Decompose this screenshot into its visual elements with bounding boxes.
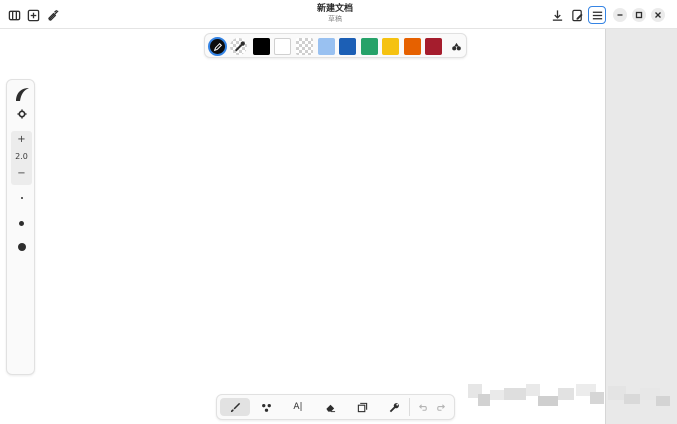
tools-bar: A| <box>216 394 455 420</box>
sidebar-toggle-button[interactable] <box>6 7 22 23</box>
save-as-button[interactable] <box>569 7 585 23</box>
wrench-icon <box>389 402 399 412</box>
save-as-icon <box>571 9 583 21</box>
color-palette <box>204 33 467 58</box>
tool-filters[interactable] <box>379 398 409 416</box>
gear-icon <box>16 109 27 119</box>
eyedropper-icon <box>234 41 245 52</box>
paintbrush-icon <box>230 402 240 412</box>
main-menu-button[interactable] <box>588 6 606 24</box>
minimize-icon <box>617 14 623 16</box>
undo-button[interactable] <box>413 398 431 416</box>
size-stepper: + 2.0 − <box>11 131 32 185</box>
new-document-icon <box>27 9 39 21</box>
pixelated-watermark <box>464 384 674 412</box>
size-value: 2.0 <box>15 152 28 161</box>
toolbar-separator <box>409 398 410 416</box>
close-icon <box>655 12 661 18</box>
tool-selection[interactable] <box>347 398 377 416</box>
brush-stroke-icon <box>15 88 29 101</box>
tool-options-bar: + 2.0 − <box>6 79 35 375</box>
title-area: 新建文档 草稿 <box>260 4 410 24</box>
color-swatch-orange[interactable] <box>404 38 421 55</box>
small-dot-icon <box>20 197 23 199</box>
secondary-color-button[interactable] <box>230 38 247 55</box>
tool-paint[interactable] <box>220 398 250 416</box>
size-preset-medium[interactable] <box>7 217 36 229</box>
hide-tools-icon <box>47 9 59 21</box>
new-document-button[interactable] <box>25 7 41 23</box>
window-subtitle: 草稿 <box>328 15 342 23</box>
undo-icon <box>418 403 427 411</box>
redo-icon <box>436 403 445 411</box>
color-swatch-green[interactable] <box>361 38 378 55</box>
sidebar-toggle-icon <box>8 10 20 20</box>
tool-eraser[interactable] <box>315 398 345 416</box>
text-tool-label: A| <box>293 402 303 412</box>
header-bar: 新建文档 草稿 <box>0 0 677 29</box>
current-tool-color-button[interactable] <box>208 37 227 56</box>
color-swatch-transparent[interactable] <box>296 38 313 55</box>
color-swatch-yellow[interactable] <box>382 38 399 55</box>
redo-button[interactable] <box>432 398 450 416</box>
hide-tools-button[interactable] <box>45 7 61 23</box>
medium-dot-icon <box>19 220 24 226</box>
color-swatch-black[interactable] <box>253 38 270 55</box>
pencil-icon <box>213 42 222 51</box>
minimize-button[interactable] <box>613 8 627 22</box>
copy-select-icon <box>357 402 367 412</box>
close-button[interactable] <box>651 8 665 22</box>
drawing-canvas[interactable] <box>0 29 605 424</box>
palette-icon <box>452 42 461 51</box>
maximize-icon <box>635 11 643 19</box>
shapes-icon <box>261 403 271 412</box>
tool-shapes[interactable] <box>251 398 281 416</box>
window-title: 新建文档 <box>316 4 353 14</box>
color-picker-button[interactable] <box>448 38 465 55</box>
menu-icon <box>592 11 602 19</box>
large-dot-icon <box>17 243 26 251</box>
tool-text[interactable]: A| <box>283 398 313 416</box>
download-button[interactable] <box>549 7 565 23</box>
brush-shape-button[interactable] <box>7 85 36 103</box>
maximize-button[interactable] <box>632 8 646 22</box>
download-icon <box>552 9 562 21</box>
size-preset-large[interactable] <box>7 240 36 254</box>
size-increase-button[interactable]: + <box>11 134 32 145</box>
size-decrease-button[interactable]: − <box>11 168 32 179</box>
eraser-icon <box>325 404 335 412</box>
color-swatch-light-blue[interactable] <box>318 38 335 55</box>
color-swatch-blue[interactable] <box>339 38 356 55</box>
color-swatch-red[interactable] <box>425 38 442 55</box>
tool-settings-button[interactable] <box>7 107 36 121</box>
side-pane <box>605 29 677 424</box>
color-swatch-white[interactable] <box>274 38 291 55</box>
size-preset-small[interactable] <box>7 192 36 204</box>
